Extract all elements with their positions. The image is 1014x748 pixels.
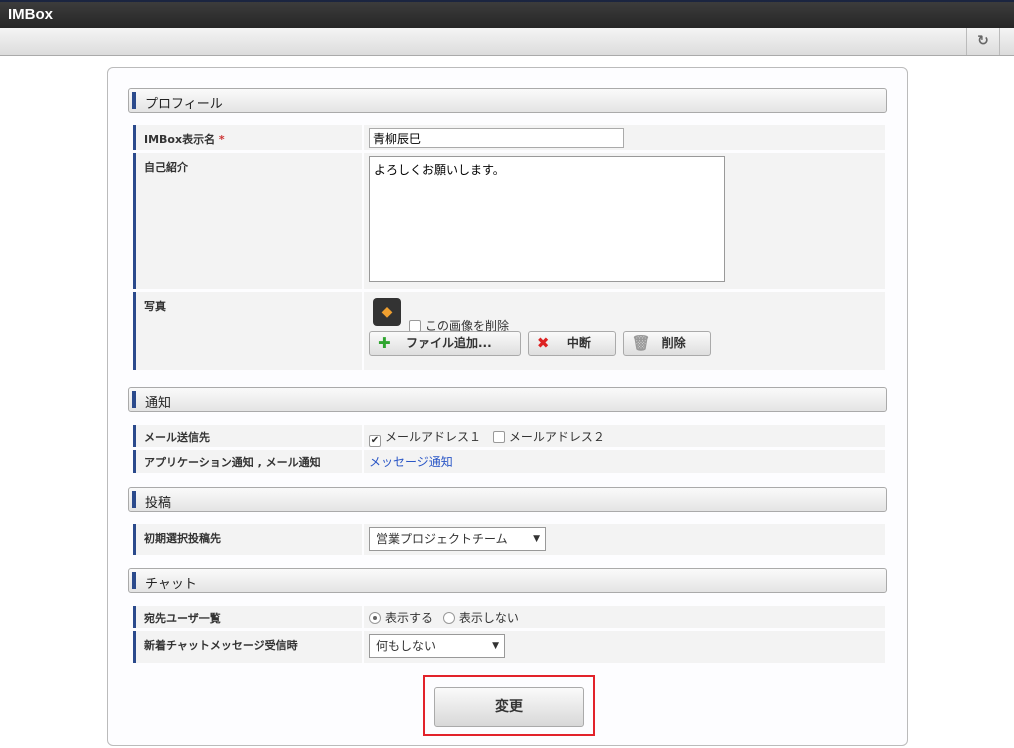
- toolbar: ↻: [0, 28, 1014, 56]
- section-notify: 通知: [128, 387, 887, 412]
- submit-highlight: 変更: [423, 675, 595, 736]
- show-label: 表示する: [385, 611, 434, 625]
- hide-label: 表示しない: [458, 611, 519, 625]
- delete-button[interactable]: 🗑 削除: [622, 331, 711, 356]
- section-chat: チャット: [128, 568, 887, 593]
- mail2-label: メールアドレス２: [508, 430, 605, 444]
- dropdown-arrow-icon: ▼: [492, 641, 499, 651]
- required-mark: *: [218, 133, 225, 146]
- user-list-label: 宛先ユーザ一覧: [133, 606, 362, 628]
- mail2-checkbox[interactable]: [492, 431, 505, 443]
- app-notify-label: アプリケーション通知 , メール通知: [133, 450, 362, 473]
- default-post-label: 初期選択投稿先: [133, 524, 362, 555]
- refresh-icon[interactable]: ↻: [966, 28, 1000, 55]
- app-title: IMBox: [8, 6, 53, 23]
- section-title: 通知: [145, 396, 172, 411]
- display-name-input[interactable]: [369, 128, 624, 148]
- intro-label: 自己紹介: [133, 153, 362, 289]
- add-file-button[interactable]: ✚ ファイル追加...: [369, 331, 521, 356]
- dropdown-arrow-icon: ▼: [533, 534, 540, 544]
- new-chat-select[interactable]: 何もしない ▼: [369, 634, 505, 658]
- photo-thumbnail-icon: ◆: [373, 298, 401, 326]
- default-post-select[interactable]: 営業プロジェクトチーム ▼: [369, 527, 546, 551]
- title-bar: IMBox: [0, 0, 1014, 28]
- photo-label: 写真: [133, 292, 362, 370]
- section-title: プロフィール: [145, 97, 223, 112]
- cancel-button[interactable]: ✖ 中断: [527, 331, 616, 356]
- message-notify-link[interactable]: メッセージ通知: [369, 455, 453, 469]
- show-radio[interactable]: [369, 612, 381, 624]
- submit-button[interactable]: 変更: [434, 687, 584, 727]
- hide-radio[interactable]: [442, 612, 455, 624]
- new-chat-label: 新着チャットメッセージ受信時: [133, 631, 362, 663]
- mail1-checkbox[interactable]: ✔: [369, 435, 381, 447]
- section-title: 投稿: [145, 496, 172, 511]
- section-post: 投稿: [128, 487, 887, 512]
- plus-icon: ✚: [378, 334, 391, 352]
- close-icon: ✖: [536, 334, 550, 352]
- trash-icon: 🗑: [631, 334, 651, 352]
- display-name-label: IMBox表示名 *: [133, 125, 362, 150]
- section-title: チャット: [145, 577, 197, 592]
- mail1-label: メールアドレス１: [385, 430, 482, 444]
- intro-textarea[interactable]: よろしくお願いします。: [369, 156, 725, 282]
- mail-label: メール送信先: [133, 425, 362, 447]
- section-profile: プロフィール: [128, 88, 887, 113]
